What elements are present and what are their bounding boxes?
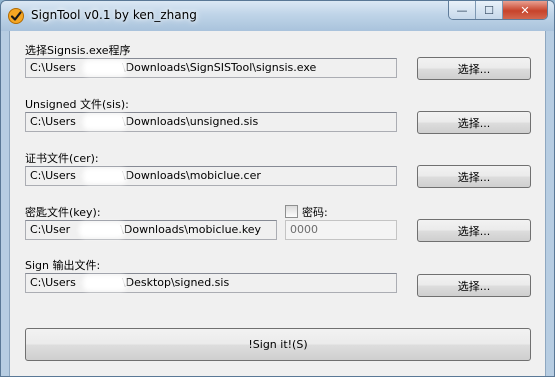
cert-path-field[interactable]: C:\Users \Downloads\mobiclue.cer (25, 166, 397, 186)
close-button[interactable]: ✕ (503, 1, 547, 19)
sign-it-button[interactable]: !Sign it!(S) (25, 328, 531, 361)
password-field[interactable]: 0000 (285, 220, 397, 240)
unsigned-sis-label: Unsigned 文件(sis): (25, 98, 129, 111)
password-checkbox[interactable] (285, 205, 298, 218)
client-area: 选择Signsis.exe程序 C:\Users \Downloads\SignS… (9, 31, 546, 376)
choose-cert-button[interactable]: 选择... (417, 165, 531, 188)
caption-buttons: — ☐ ✕ (448, 1, 548, 20)
minimize-icon: — (456, 3, 468, 17)
redaction (83, 60, 127, 76)
signsis-path-suffix: \Downloads\SignSISTool\signsis.exe (121, 61, 317, 74)
choose-output-button[interactable]: 选择... (417, 274, 531, 297)
key-label: 密匙文件(key): (25, 206, 101, 219)
signsis-label: 选择Signsis.exe程序 (25, 44, 131, 57)
cert-path-prefix: C:\Users (30, 169, 76, 182)
key-path-field[interactable]: C:\User \Downloads\mobiclue.key (25, 220, 277, 240)
signsis-path-prefix: C:\Users (30, 61, 76, 74)
app-window: SignTool v0.1 by ken_zhang — ☐ ✕ 选择Signs… (0, 0, 555, 377)
close-icon: ✕ (520, 3, 530, 17)
app-icon (8, 8, 24, 24)
cert-label: 证书文件(cer): (25, 152, 99, 165)
choose-signsis-button[interactable]: 选择... (417, 57, 531, 80)
choose-unsigned-sis-button[interactable]: 选择... (417, 111, 531, 134)
unsigned-sis-path-field[interactable]: C:\Users \Downloads\unsigned.sis (25, 112, 397, 132)
maximize-button[interactable]: ☐ (476, 1, 503, 19)
output-path-field[interactable]: C:\Users \Desktop\signed.sis (25, 273, 397, 293)
choose-key-button[interactable]: 选择... (417, 219, 531, 242)
redaction (83, 168, 127, 184)
unsigned-sis-path-prefix: C:\Users (30, 115, 76, 128)
redaction (83, 275, 127, 291)
redaction (83, 114, 127, 130)
maximize-icon: ☐ (484, 3, 494, 17)
key-path-suffix: \Downloads\mobiclue.key (120, 223, 262, 236)
output-path-suffix: \Desktop\signed.sis (121, 276, 230, 289)
minimize-button[interactable]: — (449, 1, 476, 19)
signsis-path-field[interactable]: C:\Users \Downloads\SignSISTool\signsis.e… (25, 58, 397, 78)
cert-path-suffix: \Downloads\mobiclue.cer (121, 169, 261, 182)
redaction (79, 222, 125, 238)
password-checkbox-label: 密码: (302, 206, 328, 219)
output-label: Sign 输出文件: (25, 259, 101, 272)
key-path-prefix: C:\User (30, 223, 71, 236)
window-title: SignTool v0.1 by ken_zhang (31, 8, 197, 22)
title-bar[interactable]: SignTool v0.1 by ken_zhang — ☐ ✕ (1, 1, 554, 31)
output-path-prefix: C:\Users (30, 276, 76, 289)
unsigned-sis-path-suffix: \Downloads\unsigned.sis (121, 115, 259, 128)
